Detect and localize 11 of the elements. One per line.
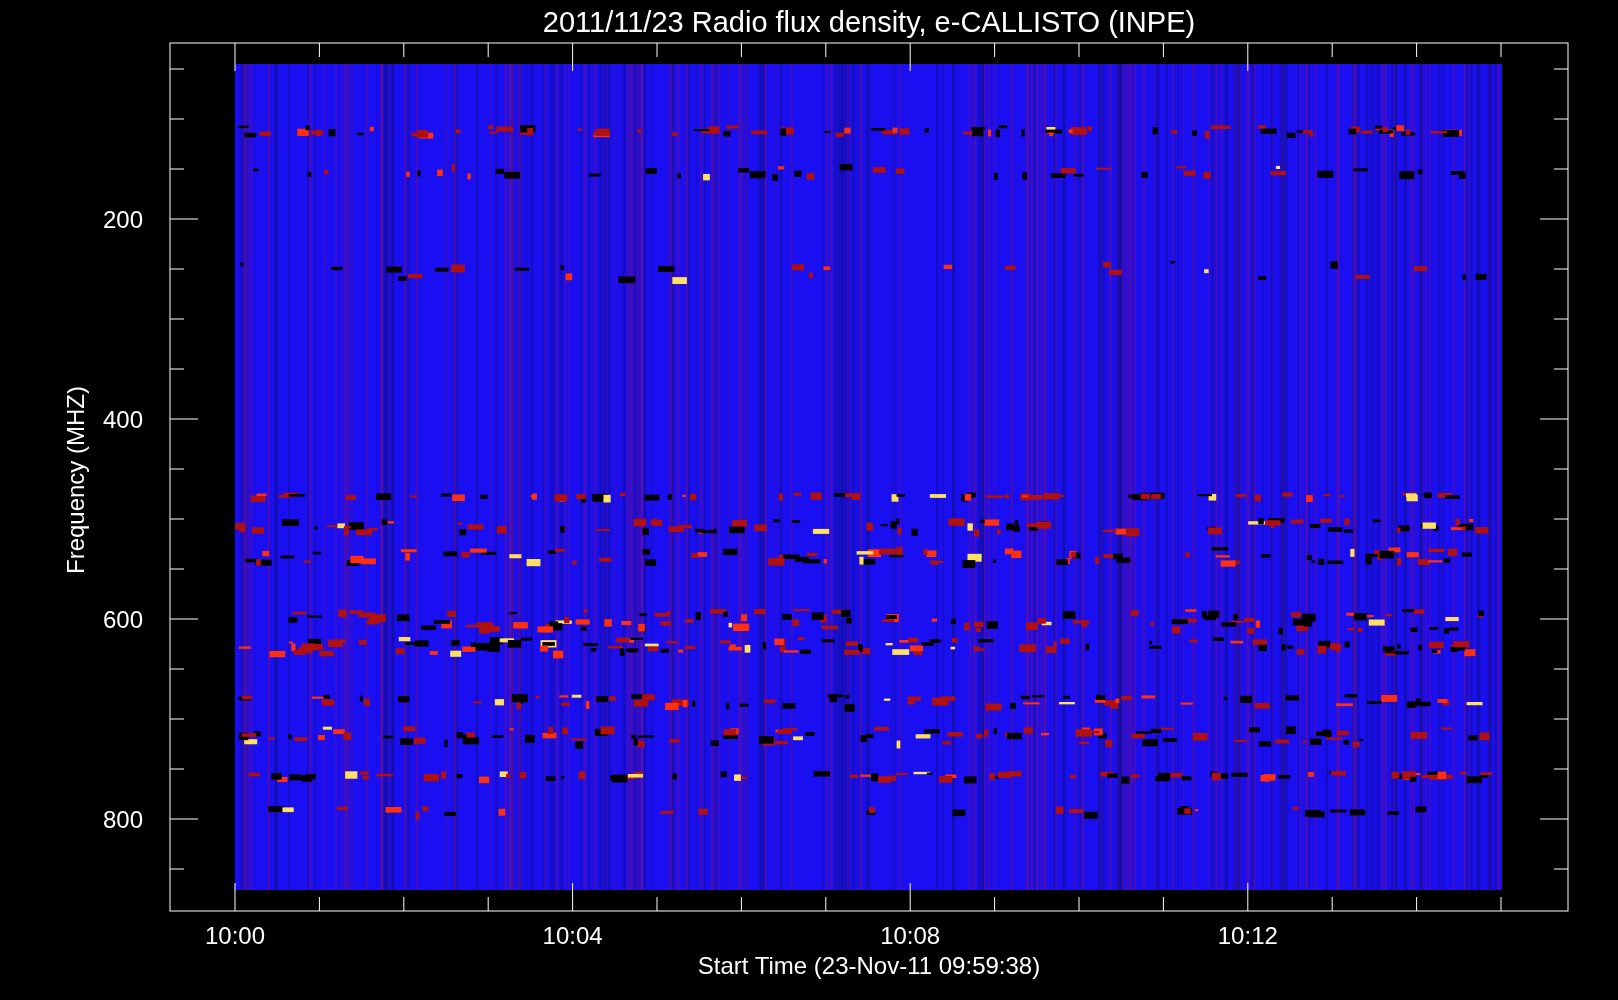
chart-title: 2011/11/23 Radio flux density, e-CALLISTO (INPE): [542, 6, 1196, 38]
x-tick-label: 10:00: [204, 922, 266, 949]
y-axis-label: Frequency (MHZ): [62, 386, 89, 574]
x-tick-label: 10:04: [542, 922, 603, 949]
y-tick-label: 400: [102, 406, 143, 433]
x-axis-label: Start Time (23-Nov-11 09:59:38): [697, 952, 1041, 979]
y-tick-label: 600: [102, 606, 143, 633]
y-tick-label: 200: [102, 206, 143, 233]
x-tick-label: 10:12: [1217, 922, 1278, 949]
x-tick-label: 10:08: [880, 922, 941, 949]
y-tick-label: 800: [102, 806, 143, 833]
